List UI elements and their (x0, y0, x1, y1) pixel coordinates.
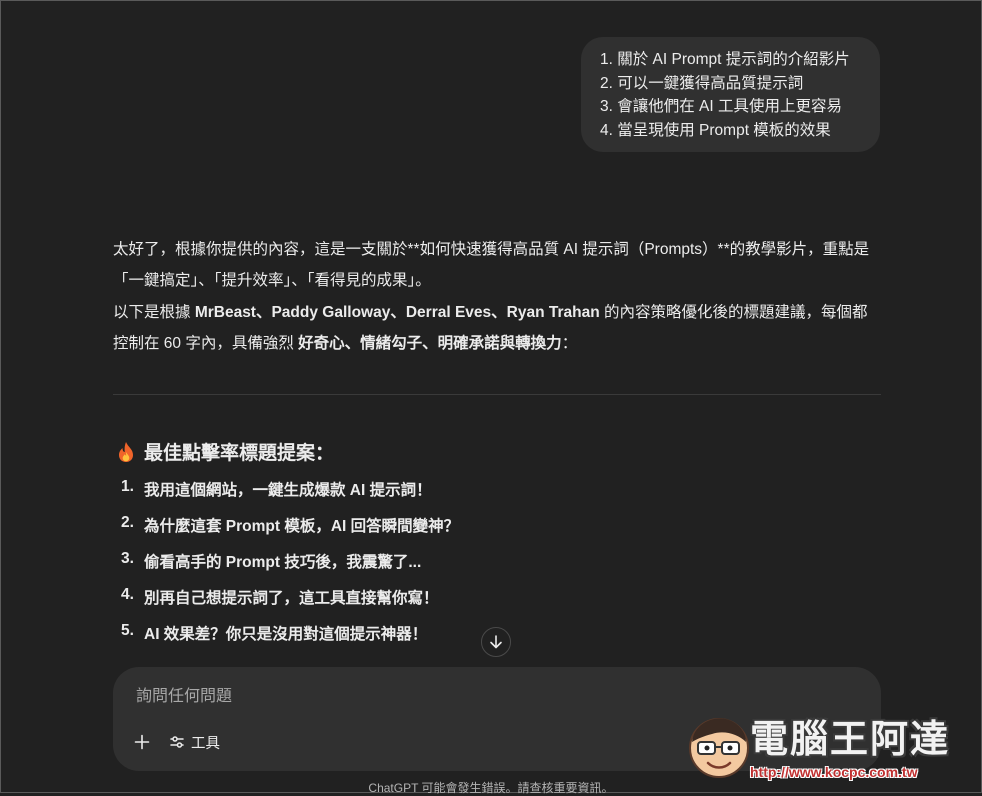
mascot-face-icon (689, 718, 749, 778)
watermark-url: http://www.kocpc.com.tw (750, 764, 918, 780)
assistant-strategy-paragraph: 以下是根據 MrBeast、Paddy Galloway、Derral Eves… (113, 297, 881, 359)
user-message-bubble: 1. 關於 AI Prompt 提示詞的介紹影片 2. 可以一鍵獲得高品質提示詞… (581, 37, 880, 152)
list-item-text: 別再自己想提示詞了，這工具直接幫你寫！ (144, 590, 439, 607)
user-message-line: 1. 關於 AI Prompt 提示詞的介紹影片 (600, 51, 850, 68)
list-item-number: 3. (121, 550, 134, 567)
user-message-line: 3. 會讓他們在 AI 工具使用上更容易 (600, 98, 842, 115)
title-traits: 好奇心、情緒勾子、明確承諾與轉換力 (298, 335, 562, 352)
list-item-text: AI 效果差？你只是沒用對這個提示神器！ (144, 626, 428, 643)
list-item-text: 我用這個網站，一鍵生成爆款 AI 提示詞！ (144, 482, 432, 499)
title-suggestions-list: 1. 我用這個網站，一鍵生成爆款 AI 提示詞！ 2. 為什麼這套 Prompt 模… (121, 478, 459, 658)
tools-button[interactable]: 工具 (169, 731, 220, 753)
list-item: 4. 別再自己想提示詞了，這工具直接幫你寫！ (121, 586, 459, 622)
list-item: 2. 為什麼這套 Prompt 模板，AI 回答瞬間變神？ (121, 514, 459, 550)
list-item-number: 2. (121, 514, 134, 531)
creator-names: MrBeast、Paddy Galloway、Derral Eves、Ryan … (194, 304, 600, 321)
list-item-number: 1. (121, 478, 134, 495)
fire-icon (116, 441, 136, 463)
list-item: 3. 偷看高手的 Prompt 技巧後，我震驚了... (121, 550, 459, 586)
list-item-number: 4. (121, 586, 134, 603)
scroll-to-bottom-button[interactable] (481, 627, 511, 657)
list-item: 1. 我用這個網站，一鍵生成爆款 AI 提示詞！ (121, 478, 459, 514)
user-message-line: 2. 可以一鍵獲得高品質提示詞 (600, 74, 804, 92)
para-text: ： (561, 335, 578, 352)
watermark-title: 電腦王阿達 (750, 719, 951, 761)
list-item-text: 偷看高手的 Prompt 技巧後，我震驚了... (144, 554, 422, 571)
arrow-down-icon (490, 635, 502, 649)
add-attachment-button[interactable] (131, 731, 153, 753)
plus-icon (134, 734, 150, 750)
list-item-number: 5. (121, 622, 134, 639)
section-heading-text: 最佳點擊率標題提案： (144, 443, 335, 464)
user-message-line: 4. 當呈現使用 Prompt 模板的效果 (600, 121, 831, 139)
section-heading: 最佳點擊率標題提案： (116, 438, 334, 465)
section-divider (113, 394, 881, 395)
sliders-icon (170, 736, 184, 748)
list-item-text: 為什麼這套 Prompt 模板，AI 回答瞬間變神？ (144, 518, 460, 535)
tools-label: 工具 (191, 735, 220, 752)
para-text: 以下是根據 (113, 304, 195, 321)
assistant-intro-paragraph: 太好了，根據你提供的內容，這是一支關於**如何快速獲得高品質 AI 提示詞（Pr… (113, 241, 870, 289)
watermark: 電腦王阿達 http://www.kocpc.com.tw (684, 704, 980, 792)
list-item: 5. AI 效果差？你只是沒用對這個提示神器！ (121, 622, 459, 658)
